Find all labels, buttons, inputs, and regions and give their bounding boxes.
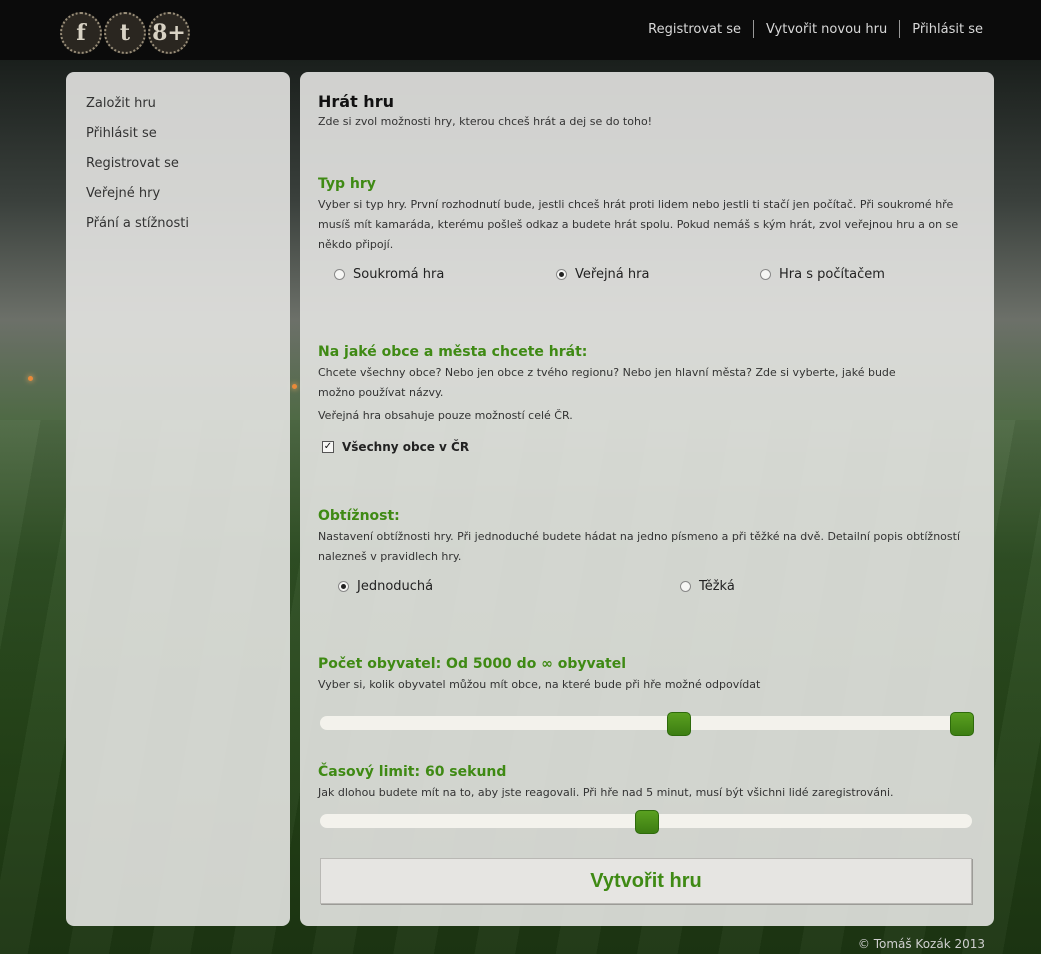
twitter-glyph: t [119, 20, 131, 46]
population-heading: Počet obyvatel: Od 5000 do ∞ obyvatel [318, 656, 627, 672]
create-game-button[interactable]: Vytvořit hru [320, 858, 972, 904]
stadium-light [28, 376, 33, 381]
radio-label: Hra s počítačem [779, 267, 885, 282]
googleplus-icon[interactable]: 8+ [148, 12, 190, 54]
cities-note: Veřejná hra obsahuje pouze možností celé… [318, 409, 573, 422]
cities-heading: Na jaké obce a města chcete hrát: [318, 344, 588, 360]
population-section: Počet obyvatel: Od 5000 do ∞ obyvatel Vy… [318, 656, 988, 736]
checkbox-all-cities[interactable]: ✓ [322, 441, 334, 453]
time-limit-section: Časový limit: 60 sekund Jak dlohou budet… [318, 764, 988, 844]
radio-label: Veřejná hra [575, 267, 650, 282]
radio-public-game[interactable]: Veřejná hra [556, 267, 649, 282]
checkbox-label: Všechny obce v ČR [342, 440, 470, 454]
page-subtitle: Zde si zvol možnosti hry, kterou chceš h… [318, 115, 653, 128]
game-type-section: Typ hry Vyber si typ hry. První rozhodnu… [318, 176, 978, 287]
difficulty-options: Jednoduchá Těžká [318, 579, 978, 599]
population-range-slider[interactable] [320, 712, 974, 736]
cities-section: Na jaké obce a města chcete hrát: Chcete… [318, 344, 978, 454]
difficulty-section: Obtížnost: Nastavení obtížnosti hry. Při… [318, 508, 978, 599]
difficulty-heading: Obtížnost: [318, 508, 400, 524]
time-limit-slider-handle[interactable] [635, 810, 659, 834]
googleplus-glyph: 8+ [152, 20, 186, 46]
main-panel: Hrát hru Zde si zvol možnosti hry, ktero… [300, 72, 994, 926]
radio-dot-checked [556, 269, 567, 280]
radio-label: Jednoduchá [357, 579, 434, 594]
radio-dot [760, 269, 771, 280]
stadium-light [292, 384, 297, 389]
facebook-icon[interactable]: f [60, 12, 102, 54]
population-desc: Vyber si, kolik obyvatel můžou mít obce,… [318, 678, 761, 691]
page-title: Hrát hru [318, 92, 394, 111]
radio-computer-game[interactable]: Hra s počítačem [760, 267, 885, 282]
sidebar-item-login[interactable]: Přihlásit se [86, 126, 290, 156]
time-limit-slider[interactable] [320, 810, 972, 834]
facebook-glyph: f [76, 20, 86, 46]
game-type-options: Soukromá hra Veřejná hra Hra s počítačem [318, 267, 978, 287]
radio-label: Soukromá hra [353, 267, 445, 282]
difficulty-desc: Nastavení obtížnosti hry. Při jednoduché… [318, 530, 961, 563]
radio-hard[interactable]: Těžká [680, 579, 735, 594]
top-bar: f t 8+ Registrovat se Vytvořit novou hru… [0, 0, 1041, 60]
radio-dot [680, 581, 691, 592]
radio-dot [334, 269, 345, 280]
radio-private-game[interactable]: Soukromá hra [334, 267, 444, 282]
sidebar-item-public-games[interactable]: Veřejné hry [86, 186, 290, 216]
radio-label: Těžká [699, 579, 735, 594]
time-limit-heading: Časový limit: 60 sekund [318, 764, 507, 780]
footer-copyright: © Tomáš Kozák 2013 [857, 937, 985, 951]
social-links: f t 8+ [60, 12, 190, 54]
sidebar-item-register[interactable]: Registrovat se [86, 156, 290, 186]
sidebar-item-wishes-complaints[interactable]: Přání a stížnosti [86, 216, 290, 246]
game-type-heading: Typ hry [318, 176, 376, 192]
nav-new-game-link[interactable]: Vytvořit novou hru [754, 22, 899, 37]
nav-register-link[interactable]: Registrovat se [636, 22, 753, 37]
cities-desc: Chcete všechny obce? Nebo jen obce z tvé… [318, 366, 896, 399]
time-limit-desc: Jak dlohou budete mít na to, aby jste re… [318, 786, 894, 799]
twitter-icon[interactable]: t [104, 12, 146, 54]
population-slider-high-handle[interactable] [950, 712, 974, 736]
population-slider-low-handle[interactable] [667, 712, 691, 736]
sidebar: Založit hru Přihlásit se Registrovat se … [66, 72, 290, 926]
radio-dot-checked [338, 581, 349, 592]
radio-easy[interactable]: Jednoduchá [338, 579, 433, 594]
top-navigation: Registrovat se Vytvořit novou hru Přihlá… [636, 20, 995, 38]
game-type-desc: Vyber si typ hry. První rozhodnutí bude,… [318, 198, 959, 251]
all-cities-checkbox-row[interactable]: ✓ Všechny obce v ČR [322, 440, 978, 454]
nav-login-link[interactable]: Přihlásit se [900, 22, 995, 37]
sidebar-item-create-game[interactable]: Založit hru [86, 96, 290, 126]
